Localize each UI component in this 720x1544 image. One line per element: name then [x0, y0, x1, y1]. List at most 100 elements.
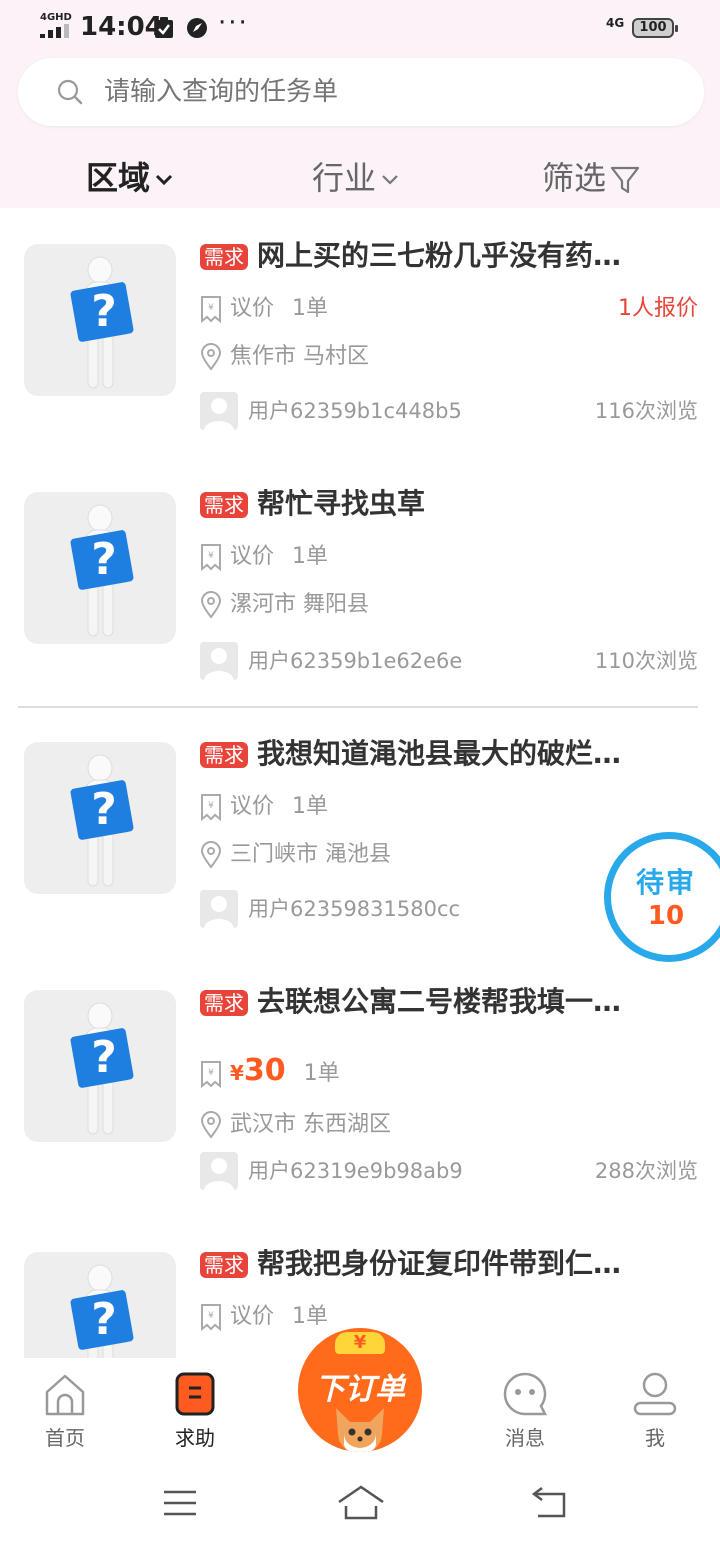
user-avatar-icon [204, 648, 234, 680]
home-icon [45, 1374, 85, 1416]
item-title: 帮我把身份证复印件带到仁… [257, 1247, 622, 1280]
svg-text:¥: ¥ [208, 1068, 214, 1078]
list-item[interactable]: ? 需求 网上买的三七粉几乎没有药… ¥ 议价 1单 1人报价 焦作市 马村区 用户… [0, 208, 720, 456]
location-pin-icon [200, 343, 222, 371]
question-person-icon: ? [70, 256, 134, 389]
tab-home[interactable]: 首页 [15, 1370, 115, 1450]
funnel-icon [610, 166, 640, 194]
placeholder-image: ? [24, 1252, 176, 1358]
home-nav-icon[interactable] [336, 1484, 386, 1522]
user-name: 用户62319e9b98ab9 [248, 1159, 463, 1183]
clock: 14:04 [80, 12, 163, 42]
filter-region[interactable]: 区域 [86, 150, 174, 206]
place-order-button[interactable]: ¥ 下订单 [298, 1328, 422, 1452]
chevron-down-icon [155, 174, 173, 186]
price-row: ¥ 议价 1单 [200, 1300, 328, 1334]
list-item[interactable]: ? 需求 去联想公寓二号楼帮我填一… ¥ ¥30 1单 武汉市 东西湖区 用户623… [0, 954, 720, 1202]
question-person-icon: ? [70, 1264, 134, 1358]
filter-industry[interactable]: 行业 [312, 150, 400, 206]
back-icon[interactable] [528, 1486, 570, 1520]
tab-messages[interactable]: 消息 [475, 1370, 575, 1450]
tab-help[interactable]: 求助 [145, 1370, 245, 1450]
user-icon [633, 1372, 677, 1416]
demand-tag: 需求 [200, 1252, 248, 1278]
placeholder-image: ? [24, 492, 176, 644]
question-person-icon: ? [70, 1002, 134, 1135]
price-value: 30 [243, 1053, 286, 1088]
status-bar: 4GHD 14:04 ··· 4G 100 [0, 0, 720, 56]
receipt-icon: ¥ [201, 794, 221, 822]
location-text: 漯河市 舞阳县 [230, 592, 369, 617]
compass-icon [187, 18, 207, 38]
quantity: 1单 [292, 794, 329, 819]
item-title: 去联想公寓二号楼帮我填一… [257, 985, 622, 1018]
svg-text:¥: ¥ [208, 801, 214, 811]
location-text: 焦作市 马村区 [230, 344, 369, 369]
price-row: ¥ 议价 1单 [200, 292, 328, 326]
search-input[interactable] [104, 58, 664, 126]
message-icon [503, 1372, 548, 1416]
coin-icon: ¥ [335, 1332, 385, 1354]
network-4g-label: 4G [606, 16, 625, 30]
filter-region-label: 区域 [86, 159, 151, 197]
menu-icon[interactable] [162, 1486, 198, 1520]
question-person-icon: ? [70, 504, 134, 637]
view-count: 116次浏览 [594, 399, 698, 423]
quote-count: 1人报价 [618, 296, 698, 321]
svg-text:¥: ¥ [208, 1311, 214, 1321]
avatar [200, 1152, 238, 1190]
quantity: 1单 [292, 1304, 329, 1329]
svg-text:?: ? [91, 286, 117, 337]
price-negotiable: 议价 [230, 544, 275, 569]
filter-screen-label: 筛选 [542, 159, 607, 197]
more-notifications-icon: ··· [218, 8, 249, 38]
location-text: 三门峡市 渑池县 [230, 842, 391, 867]
search-bar[interactable] [18, 58, 704, 126]
pending-label: 待审 [635, 866, 696, 899]
receipt-icon: ¥ [201, 544, 221, 572]
svg-text:?: ? [91, 1294, 117, 1345]
location-text: 武汉市 东西湖区 [230, 1112, 391, 1137]
price-row: ¥ ¥30 1单 [200, 1046, 340, 1096]
price-negotiable: 议价 [230, 1304, 275, 1329]
item-title: 我想知道渑池县最大的破烂… [257, 737, 622, 770]
network-type-label: 4GHD [40, 12, 72, 23]
location-row: 漯河市 舞阳县 [200, 588, 369, 622]
price-negotiable: 议价 [230, 794, 275, 819]
place-order-label: 下订单 [315, 1372, 405, 1407]
user-name: 用户62359831580cc [248, 897, 461, 921]
filter-industry-label: 行业 [312, 159, 377, 197]
quantity: 1单 [292, 544, 329, 569]
clipboard-check-icon [155, 17, 173, 38]
tab-me[interactable]: 我 [605, 1370, 705, 1450]
user-avatar-icon [204, 398, 234, 430]
placeholder-image: ? [24, 990, 176, 1142]
item-title: 网上买的三七粉几乎没有药… [257, 239, 622, 272]
svg-text:?: ? [91, 534, 117, 585]
tab-home-label: 首页 [45, 1426, 85, 1450]
location-row: 焦作市 马村区 [200, 340, 369, 374]
chevron-down-icon [382, 175, 398, 185]
tab-help-label: 求助 [175, 1426, 215, 1450]
avatar [200, 890, 238, 928]
header: 区域 行业 筛选 [0, 56, 720, 208]
question-person-icon: ? [70, 754, 134, 887]
help-tab-icon [175, 1372, 215, 1416]
location-pin-icon [200, 1111, 222, 1139]
user-avatar-icon [204, 1158, 234, 1190]
demand-tag: 需求 [200, 990, 248, 1016]
price-amount: ¥30 [230, 1053, 286, 1088]
location-row: 三门峡市 渑池县 [200, 838, 391, 872]
price-row: ¥ 议价 1单 [200, 540, 328, 574]
svg-text:¥: ¥ [208, 303, 214, 313]
location-pin-icon [200, 841, 222, 869]
price-negotiable: 议价 [230, 296, 275, 321]
location-pin-icon [200, 591, 222, 619]
list-item[interactable]: ? 需求 帮忙寻找虫草 ¥ 议价 1单 漯河市 舞阳县 用户62359b1e62e6… [0, 456, 720, 704]
user-avatar-icon [204, 896, 234, 928]
signal-icon [40, 24, 70, 38]
svg-text:?: ? [91, 1032, 117, 1083]
view-count: 110次浏览 [594, 649, 698, 673]
filter-screen[interactable]: 筛选 [542, 150, 640, 206]
demand-tag: 需求 [200, 742, 248, 768]
